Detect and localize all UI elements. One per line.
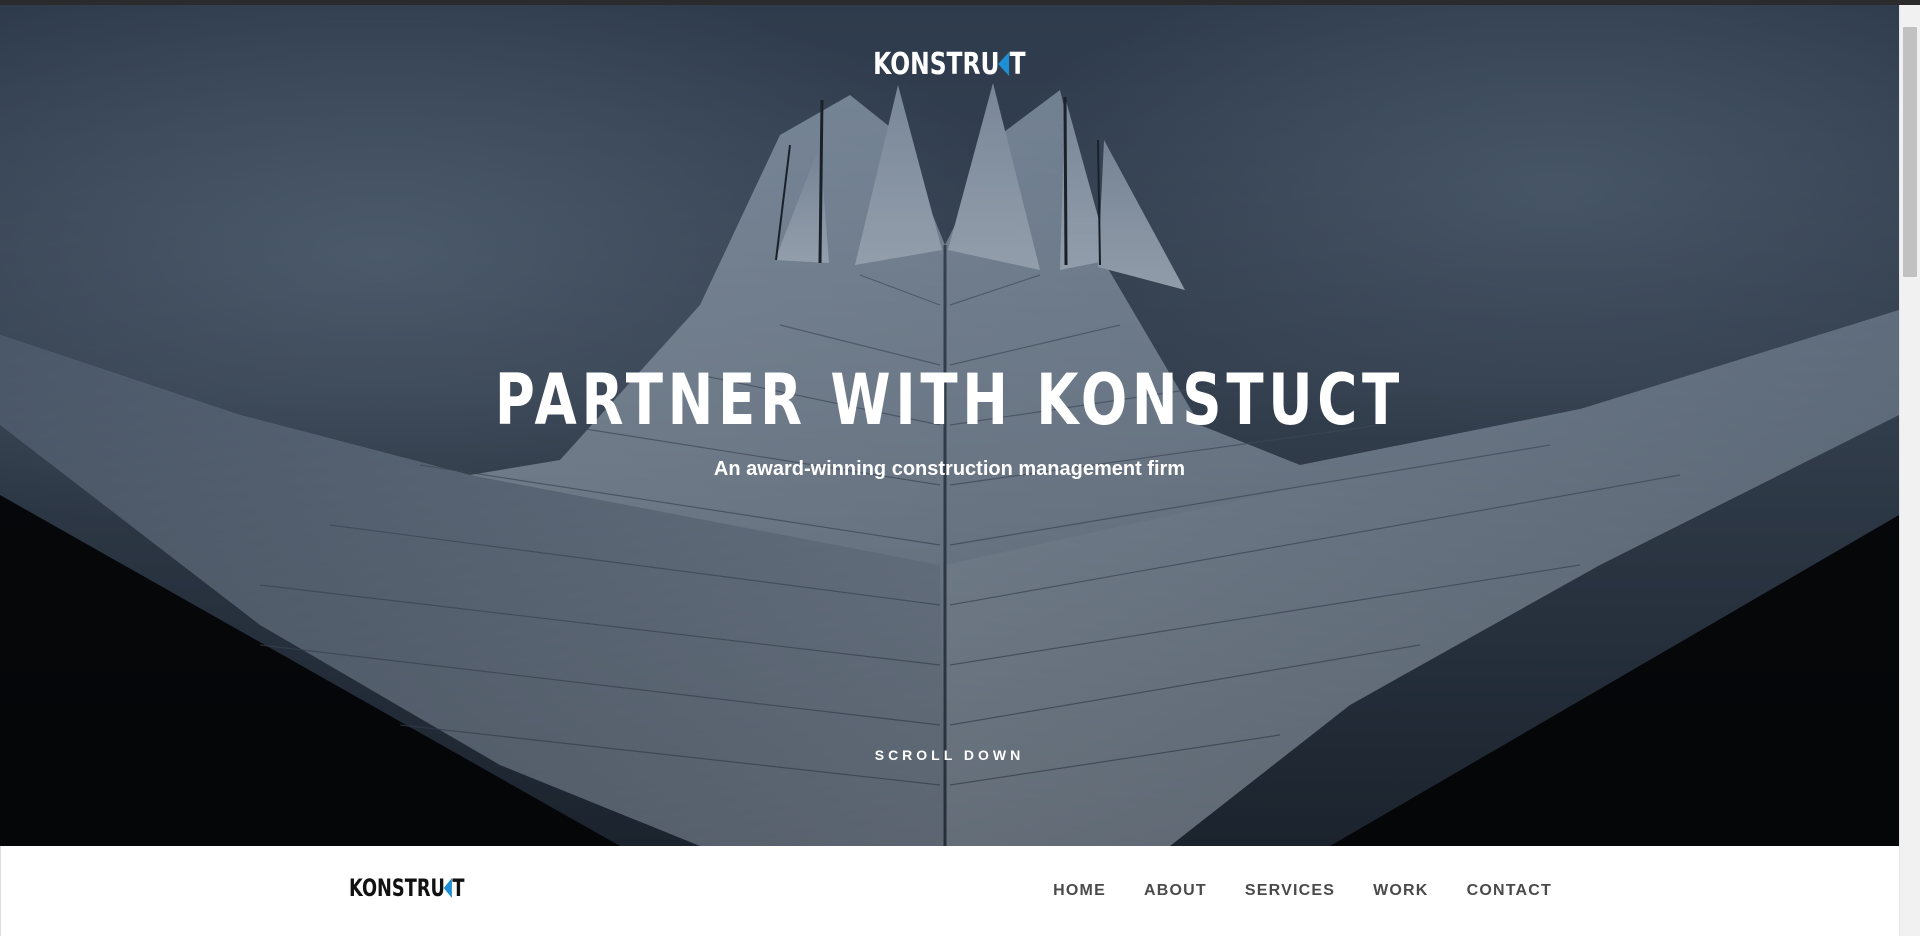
- navbar-logo-text-start: KONSTRU: [349, 874, 445, 902]
- scroll-down-link[interactable]: SCROLL DOWN: [0, 747, 1899, 763]
- hero-section: KONSTRU T PARTNER WITH KONSTUCT An award-…: [0, 5, 1899, 846]
- hero-logo-text-start: KONSTRU: [873, 47, 1000, 82]
- hero-logo-text-end: T: [1009, 47, 1026, 82]
- nav-item-home: HOME: [1053, 882, 1106, 900]
- main-navbar: KONSTRU T HOME ABOUT SERVICES WORK CONTAC…: [0, 846, 1899, 936]
- nav-link-services[interactable]: SERVICES: [1245, 882, 1335, 899]
- navbar-logo-text-end: T: [452, 874, 465, 902]
- browser-viewport: KONSTRU T PARTNER WITH KONSTUCT An award-…: [0, 0, 1920, 936]
- page-scrollbar[interactable]: [1899, 5, 1920, 936]
- window-top-border: [0, 0, 1920, 5]
- nav-item-contact: CONTACT: [1467, 882, 1552, 900]
- nav-link-home[interactable]: HOME: [1053, 882, 1106, 899]
- hero-logo[interactable]: KONSTRU T: [209, 50, 1690, 80]
- nav-link-about[interactable]: ABOUT: [1144, 882, 1207, 899]
- nav-item-services: SERVICES: [1245, 882, 1335, 900]
- nav-menu: HOME ABOUT SERVICES WORK CONTACT: [1015, 882, 1552, 900]
- nav-link-contact[interactable]: CONTACT: [1467, 882, 1552, 899]
- navbar-logo-accent-icon: [443, 878, 452, 898]
- nav-item-about: ABOUT: [1144, 882, 1207, 900]
- hero-subtitle: An award-winning construction management…: [713, 458, 1186, 480]
- nav-link-work[interactable]: WORK: [1373, 882, 1428, 899]
- navbar-logo[interactable]: KONSTRU T: [349, 876, 464, 900]
- logo-accent-icon: [997, 52, 1009, 76]
- nav-item-work: WORK: [1373, 882, 1428, 900]
- scrollbar-thumb[interactable]: [1903, 27, 1917, 277]
- hero-title: PARTNER WITH KONSTUCT: [494, 359, 1404, 441]
